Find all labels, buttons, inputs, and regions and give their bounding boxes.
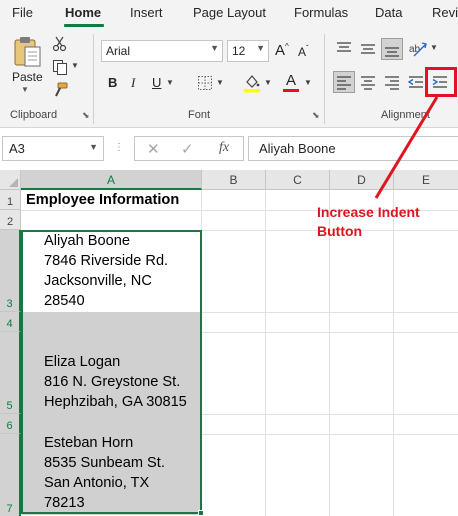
copy-dropdown-chevron-icon[interactable]: ▼ [71,61,79,70]
font-size-select[interactable]: 12 ▼ [227,40,269,62]
row-number: 1 [6,196,14,208]
row-header-3[interactable]: 3 [0,230,21,312]
column-header-d[interactable]: D [330,170,394,190]
italic-button[interactable]: I [131,75,135,91]
row-number: 7 [6,503,13,515]
center-icon[interactable] [357,71,379,93]
paste-icon[interactable] [12,36,42,68]
tab-data[interactable]: Data [375,5,402,20]
align-left-button[interactable] [333,71,355,93]
align-middle-icon[interactable] [357,38,379,60]
font-name-chevron-icon: ▼ [210,43,219,53]
selection-range-border[interactable] [21,230,202,514]
shrink-font-button[interactable]: Aˇ [298,44,309,59]
column-header-e[interactable]: E [394,170,458,190]
annotation-line-1: Increase Indent [317,204,420,220]
select-all-triangle-icon [9,178,18,187]
alignment-group-label: Alignment [381,109,430,121]
row-number: 2 [6,216,14,228]
column-header-c[interactable]: C [266,170,330,190]
align-left-icon [337,76,351,90]
font-size-chevron-icon: ▼ [256,43,265,53]
formula-input-value: Aliyah Boone [259,141,336,156]
align-top-icon[interactable] [333,38,355,60]
copy-icon[interactable] [52,59,68,75]
row-header-4[interactable]: 4 [0,312,21,332]
bold-button[interactable]: B [108,75,117,90]
group-divider [93,34,94,124]
svg-text:ab: ab [409,44,421,55]
cut-icon[interactable] [52,36,68,52]
cell-a1[interactable]: Employee Information [26,192,179,208]
ribbon-tab-bar: File Home Insert Page Layout Formulas Da… [0,0,458,28]
row-number: 4 [6,318,13,330]
row-header-5[interactable]: 5 [0,332,21,414]
annotation-line-2: Button [317,223,363,239]
font-group-label: Font [188,109,211,121]
formula-input[interactable]: Aliyah Boone [248,136,458,161]
ribbon: Paste ▼ ▼ Clipboard ⬊ Arial ▼ 12 ▼ A^ Aˇ… [0,28,458,128]
orientation-dropdown-chevron-icon[interactable]: ▼ [430,43,438,52]
cancel-entry-icon[interactable]: ✕ [147,140,160,158]
tab-insert[interactable]: Insert [130,5,163,20]
paste-dropdown-chevron-icon[interactable]: ▼ [21,85,29,94]
row-header-2[interactable]: 2 [0,210,21,230]
row-header-6[interactable]: 6 [0,414,21,434]
formula-bar-buttons: ✕ ✓ fx [134,136,244,161]
font-launcher-icon[interactable]: ⬊ [312,110,320,121]
tab-formulas[interactable]: Formulas [294,5,348,20]
formula-bar-drag-handle-icon[interactable]: ⋮ [114,142,124,153]
font-size-value: 12 [232,44,246,58]
font-color-button[interactable]: A [286,72,296,89]
align-right-icon[interactable] [381,71,403,93]
column-header-a[interactable]: A [21,170,202,190]
confirm-entry-icon[interactable]: ✓ [181,140,194,158]
borders-dropdown-chevron-icon[interactable]: ▼ [216,78,224,87]
grow-font-button[interactable]: A^ [275,42,289,59]
grow-font-label: A [275,42,286,59]
tab-home[interactable]: Home [65,5,101,20]
annotation-callout: Increase Indent Button [317,203,420,241]
row-header-7[interactable]: 7 [0,434,21,516]
underline-dropdown-chevron-icon[interactable]: ▼ [166,78,174,87]
row-number: 3 [6,298,13,310]
name-box-chevron-icon: ▼ [89,142,98,152]
font-color-swatch [283,89,299,92]
font-name-value: Arial [106,44,131,58]
fill-color-dropdown-chevron-icon[interactable]: ▼ [264,78,272,87]
gridline [265,190,266,516]
insert-function-icon[interactable]: fx [219,140,229,156]
column-header-b[interactable]: B [202,170,266,190]
fill-color-icon[interactable] [243,73,261,93]
active-tab-indicator [64,24,104,27]
tab-file[interactable]: File [12,5,33,20]
increase-indent-highlight-box [425,67,457,97]
align-bottom-icon [385,47,399,57]
font-name-select[interactable]: Arial ▼ [101,40,223,62]
select-all-button[interactable] [0,170,21,190]
tab-page-layout[interactable]: Page Layout [193,5,266,20]
orientation-icon[interactable]: ab [408,39,428,59]
row-number: 5 [6,400,13,412]
name-box[interactable]: A3 ▼ [2,136,104,161]
font-color-dropdown-chevron-icon[interactable]: ▼ [304,78,312,87]
decrease-indent-icon[interactable] [405,71,427,93]
formula-bar: A3 ▼ ⋮ ✕ ✓ fx Aliyah Boone [0,128,458,170]
shrink-font-label: A [298,45,307,59]
clipboard-group-label: Clipboard [10,109,58,121]
group-divider [324,34,325,124]
align-bottom-button[interactable] [381,38,403,60]
fill-handle[interactable] [198,510,204,516]
name-box-value: A3 [9,141,25,156]
row-number: 6 [6,420,13,432]
underline-button[interactable]: U [152,75,161,90]
tab-review[interactable]: Revi [432,5,458,20]
borders-icon[interactable] [197,75,213,91]
paste-label[interactable]: Paste [12,70,43,84]
clipboard-launcher-icon[interactable]: ⬊ [82,110,90,121]
format-painter-icon[interactable] [52,82,68,98]
row-header-1[interactable]: 1 [0,190,21,210]
